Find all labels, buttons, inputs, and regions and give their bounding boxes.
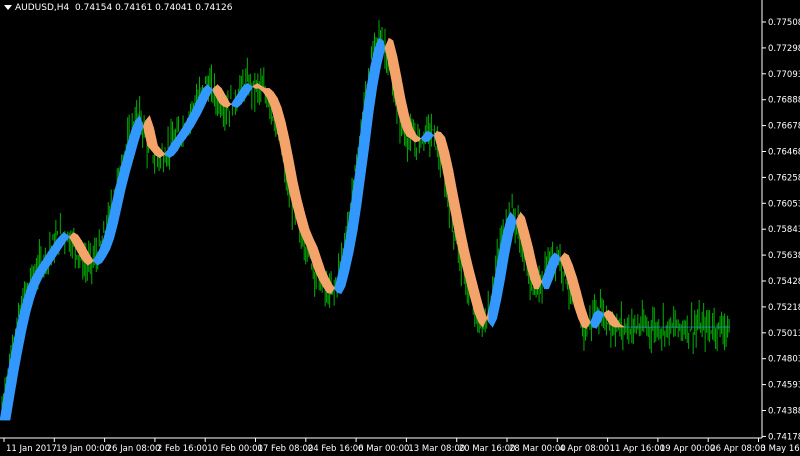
y-tick-label: 0.76053 bbox=[768, 199, 800, 209]
x-tick-label: 26 Apr 08:00 bbox=[710, 444, 765, 454]
x-tick-label: 26 Jan 08:00 bbox=[107, 444, 161, 454]
x-tick-label: 24 Feb 16:00 bbox=[308, 444, 364, 454]
x-tick-label: 19 Jan 00:00 bbox=[56, 444, 110, 454]
x-tick-label: 3 May 16:00 bbox=[761, 444, 800, 454]
chart-axes: 0.77508 0.77298 0.77093 0.76888 0.76678 0.764… bbox=[0, 0, 800, 454]
y-tick-label: 0.74388 bbox=[768, 407, 800, 417]
y-tick-label: 0.77508 bbox=[768, 18, 800, 28]
y-tick-label: 0.76678 bbox=[768, 122, 800, 132]
y-tick-label: 0.76468 bbox=[768, 148, 800, 158]
price-chart[interactable]: 0.77508 0.77298 0.77093 0.76888 0.76678 0.764… bbox=[0, 0, 800, 456]
x-tick-label: 19 Apr 00:00 bbox=[660, 444, 715, 454]
y-tick-label: 0.77093 bbox=[768, 70, 800, 80]
x-tick-label: 4 Apr 08:00 bbox=[559, 444, 609, 454]
x-tick-label: 13 Mar 08:00 bbox=[408, 444, 465, 454]
y-tick-label: 0.75428 bbox=[768, 277, 800, 287]
y-tick-label: 0.75843 bbox=[768, 225, 800, 235]
y-tick-label: 0.76888 bbox=[768, 96, 800, 106]
y-tick-label: 0.77298 bbox=[768, 44, 800, 54]
y-tick-label: 0.75013 bbox=[768, 329, 800, 339]
x-tick-label: 28 Mar 00:00 bbox=[509, 444, 566, 454]
x-tick-label: 17 Feb 08:00 bbox=[258, 444, 314, 454]
x-tick-label: 2 Feb 16:00 bbox=[157, 444, 207, 454]
y-tick-label: 0.75218 bbox=[768, 303, 800, 313]
x-tick-label: 20 Mar 16:00 bbox=[459, 444, 516, 454]
x-tick-label: 11 Jan 2017 bbox=[6, 444, 57, 454]
y-tick-label: 0.74178 bbox=[768, 432, 800, 442]
x-tick-label: 11 Apr 16:00 bbox=[610, 444, 665, 454]
y-tick-label: 0.75638 bbox=[768, 251, 800, 261]
y-tick-label: 0.74593 bbox=[768, 381, 800, 391]
y-tick-label: 0.74803 bbox=[768, 355, 800, 365]
x-tick-label: 10 Feb 00:00 bbox=[207, 444, 263, 454]
x-tick-label: 6 Mar 00:00 bbox=[358, 444, 409, 454]
y-tick-label: 0.76258 bbox=[768, 173, 800, 183]
